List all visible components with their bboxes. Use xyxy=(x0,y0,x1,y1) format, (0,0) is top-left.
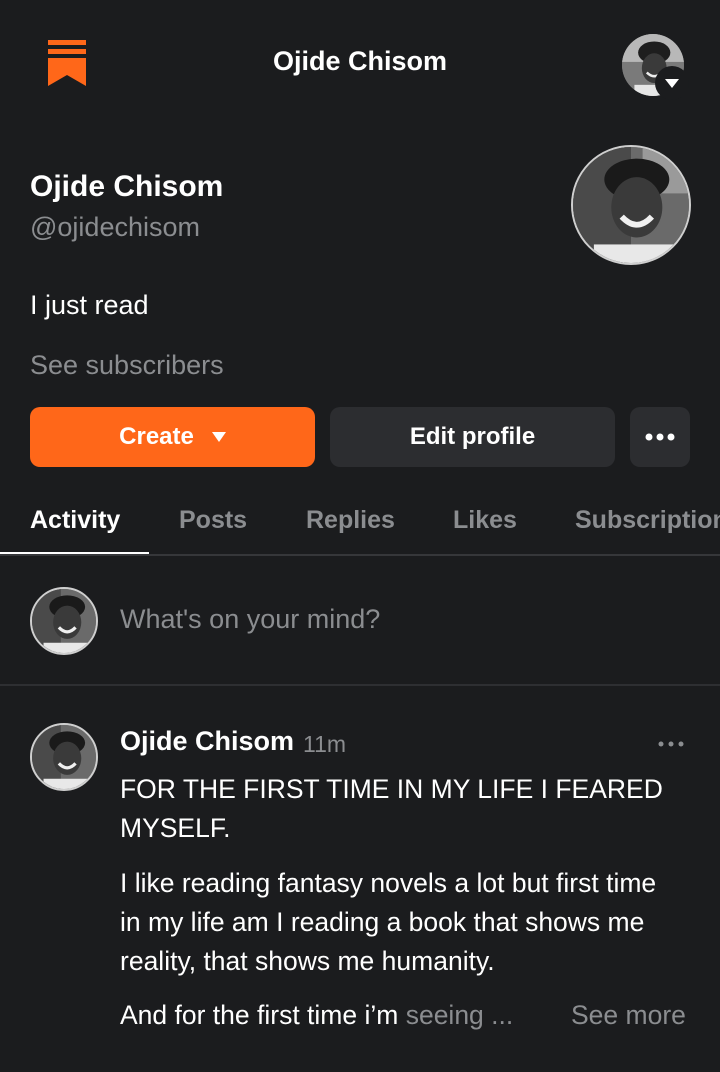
composer-input[interactable]: What's on your mind? xyxy=(120,604,380,635)
chevron-down-icon[interactable] xyxy=(655,66,689,100)
tab-likes[interactable]: Likes xyxy=(453,506,517,535)
tab-posts[interactable]: Posts xyxy=(179,506,247,535)
composer-avatar xyxy=(30,587,98,655)
tab-activity[interactable]: Activity xyxy=(30,506,120,535)
profile-handle: @ojidechisom xyxy=(30,212,200,242)
tab-replies[interactable]: Replies xyxy=(306,506,395,535)
tab-subscriptions[interactable]: Subscriptions xyxy=(575,506,720,535)
divider xyxy=(0,684,720,686)
page-title: Ojide Chisom xyxy=(272,46,448,76)
create-button-label: Create xyxy=(119,423,194,450)
see-subscribers-link[interactable]: See subscribers xyxy=(30,350,224,381)
post-paragraph: I like reading fantasy novels a lot but … xyxy=(120,868,657,976)
more-options-button[interactable] xyxy=(630,407,690,467)
profile-tabs: Activity Posts Replies Likes Subscriptio… xyxy=(0,488,720,556)
edit-profile-label: Edit profile xyxy=(409,423,536,450)
profile-name: Ojide Chisom xyxy=(30,170,224,203)
caret-down-icon xyxy=(211,432,226,442)
profile-bio: I just read xyxy=(30,290,149,320)
profile-avatar[interactable] xyxy=(571,145,691,265)
edit-profile-button[interactable]: Edit profile xyxy=(330,407,615,467)
active-tab-indicator xyxy=(0,552,149,554)
post-timestamp: 11m xyxy=(303,731,347,757)
truncated-fade-text: seeing ... xyxy=(405,1000,514,1030)
truncated-text: And for the first time i’m xyxy=(120,1000,406,1030)
create-button[interactable]: Create xyxy=(30,407,315,467)
post-more-icon[interactable] xyxy=(657,740,685,748)
post-author-avatar[interactable] xyxy=(30,723,98,791)
ellipsis-icon xyxy=(645,433,675,441)
see-more-link[interactable]: See more xyxy=(571,996,686,1035)
post-author-name[interactable]: Ojide Chisom xyxy=(120,726,294,757)
top-bar: Ojide Chisom xyxy=(0,0,720,128)
post-paragraph: FOR THE FIRST TIME IN MY LIFE I FEARED M… xyxy=(120,774,663,843)
